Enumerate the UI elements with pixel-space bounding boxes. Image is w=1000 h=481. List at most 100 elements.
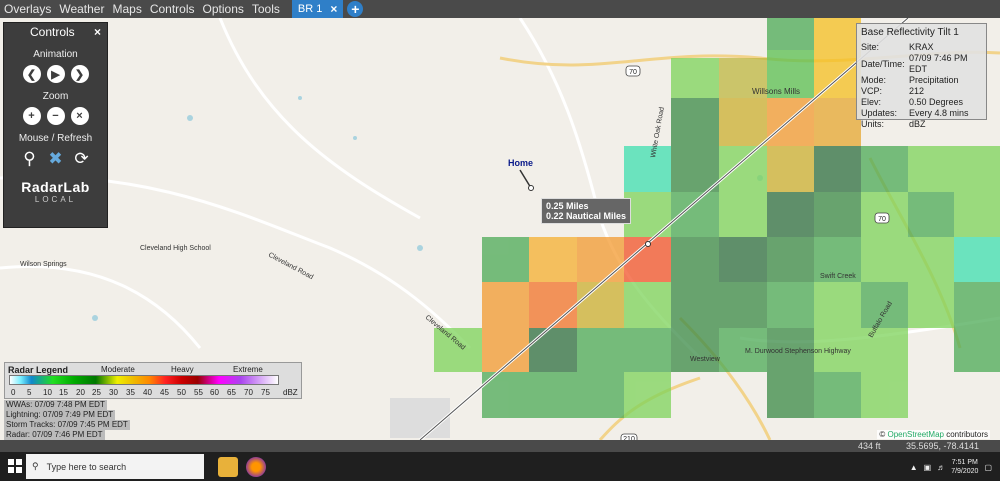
- legend-tick: 20: [76, 388, 85, 397]
- menu-bar: Overlays Weather Maps Controls Options T…: [0, 0, 1000, 18]
- scale-readout: 434 ft: [858, 441, 881, 451]
- info-key: VCP:: [861, 86, 883, 96]
- refresh-icon[interactable]: ⟳: [72, 149, 92, 169]
- water-5: [353, 136, 357, 140]
- step-forward-icon[interactable]: ❯: [70, 65, 89, 83]
- road-70-shield-a: 70: [629, 69, 637, 76]
- label-wilson-springs: Wilson Springs: [20, 261, 67, 268]
- system-tray: ▲ ▣ ♬ 7:51 PM 7/9/2020 ▢: [910, 458, 992, 476]
- info-value: Every 4.8 mins: [909, 108, 969, 118]
- legend-tick: 55: [194, 388, 203, 397]
- legend-tick: 75: [261, 388, 270, 397]
- tab-label: BR 1: [297, 3, 323, 15]
- info-key: Updates:: [861, 108, 898, 118]
- menu-overlays[interactable]: Overlays: [0, 0, 55, 18]
- legend-tick: 65: [227, 388, 236, 397]
- info-key: Mode:: [861, 75, 887, 85]
- firefox-icon[interactable]: [246, 457, 266, 477]
- magnifier-icon[interactable]: ⚲: [20, 149, 40, 169]
- legend-tick: 0: [11, 388, 16, 397]
- legend-tick: 60: [210, 388, 219, 397]
- info-value: dBZ: [909, 119, 926, 129]
- info-table: Site: KRAX Date/Time: 07/09 7:46 PM EDT Mo…: [861, 42, 982, 130]
- developed-area: [390, 398, 450, 438]
- info-value: 0.50 Degrees: [909, 97, 964, 107]
- legend-tick: 70: [244, 388, 253, 397]
- mouse-row: ⚲ ✖ ⟳: [4, 149, 107, 169]
- label-westview: Westview: [690, 356, 721, 363]
- legend-tick: 45: [160, 388, 169, 397]
- info-key: Units:: [861, 119, 885, 129]
- os-taskbar: ⚲ Type here to search ▲ ▣ ♬ 7:51 PM 7/9/…: [0, 452, 1000, 481]
- legend-tick: 35: [126, 388, 135, 397]
- legend-tick: 10: [43, 388, 52, 397]
- label-cleveland-high: Cleveland High School: [140, 245, 211, 252]
- label-cleveland-road-1: Cleveland Road: [267, 252, 314, 282]
- info-value: 07/09 7:46 PM EDT: [909, 53, 968, 74]
- mouse-refresh-label: Mouse / Refresh: [18, 133, 93, 144]
- coordinates-readout: 35.5695, -78.4141: [906, 441, 980, 451]
- step-back-icon[interactable]: ❮: [22, 65, 41, 83]
- animation-label: Animation: [33, 49, 78, 60]
- taskbar-search[interactable]: ⚲ Type here to search: [26, 454, 204, 479]
- tab-br1[interactable]: BR 1 ×: [291, 0, 344, 18]
- water-2: [298, 96, 302, 100]
- controls-panel: Controls × Animation ❮ ▶ ❯ Zoom + − × Mo…: [3, 22, 108, 228]
- measure-tool-icon[interactable]: ✖: [46, 149, 66, 169]
- taskbar-clock[interactable]: 7:51 PM 7/9/2020: [951, 458, 978, 476]
- add-tab-button[interactable]: +: [347, 1, 364, 17]
- info-value: 212: [909, 86, 925, 96]
- road-70-shield-b: 70: [878, 216, 886, 223]
- status-lightning: Lightning: 07/09 7:49 PM EDT: [4, 410, 116, 420]
- controls-close-icon[interactable]: ×: [94, 25, 101, 39]
- status-panel: WWAs: 07/09 7:48 PM EDT Lightning: 07/09…: [4, 400, 130, 440]
- volume-icon[interactable]: ♬: [937, 463, 945, 472]
- legend-tick: 30: [109, 388, 118, 397]
- menu-maps[interactable]: Maps: [108, 0, 145, 18]
- osm-link[interactable]: OpenStreetMap: [887, 430, 943, 439]
- legend-tick: 5: [27, 388, 32, 397]
- info-value: Precipitation: [909, 75, 959, 85]
- clock-date: 7/9/2020: [951, 468, 979, 475]
- search-icon: ⚲: [32, 461, 39, 471]
- play-icon[interactable]: ▶: [46, 65, 65, 83]
- animation-row: ❮ ▶ ❯: [4, 65, 107, 83]
- legend-title: Radar Legend: [8, 365, 69, 375]
- action-center-icon[interactable]: ▢: [984, 463, 992, 472]
- info-key: Date/Time:: [861, 58, 905, 69]
- network-icon[interactable]: ▣: [924, 463, 932, 472]
- zoom-out-icon[interactable]: −: [46, 107, 65, 125]
- menu-options[interactable]: Options: [199, 0, 248, 18]
- tab-close-icon[interactable]: ×: [330, 2, 337, 16]
- water-3: [417, 245, 423, 251]
- legend-extreme: Extreme: [233, 365, 263, 374]
- info-row: Date/Time: 07/09 7:46 PM EDT: [861, 53, 982, 75]
- status-radar: Radar: 07/09 7:46 PM EDT: [4, 430, 105, 440]
- info-value: KRAX: [909, 42, 934, 52]
- legend-tick: 25: [92, 388, 101, 397]
- label-willsons-mills: Willsons Mills: [752, 87, 800, 96]
- info-key: Elev:: [861, 97, 882, 107]
- radarlab-logo-sub: LOCAL: [34, 195, 77, 204]
- radar-legend: Radar Legend Moderate Heavy Extreme 0 5 …: [4, 362, 302, 399]
- menu-tools[interactable]: Tools: [248, 0, 284, 18]
- status-storm-tracks: Storm Tracks: 07/09 7:45 PM EDT: [4, 420, 130, 430]
- menu-weather[interactable]: Weather: [55, 0, 108, 18]
- legend-ticks: 0 5 10 15 20 25 30 35 40 45 50 55 60 65 …: [9, 388, 303, 398]
- zoom-in-icon[interactable]: +: [22, 107, 41, 125]
- info-key: Site:: [861, 42, 880, 52]
- windows-start-icon[interactable]: [8, 459, 22, 473]
- controls-title: Controls: [30, 25, 75, 39]
- menu-controls[interactable]: Controls: [146, 0, 199, 18]
- file-explorer-icon[interactable]: [218, 457, 238, 477]
- home-point: [528, 185, 534, 191]
- notification-area-icons[interactable]: ▲: [910, 463, 918, 472]
- legend-moderate: Moderate: [101, 365, 135, 374]
- info-row: Mode: Precipitation: [861, 75, 982, 86]
- zoom-reset-icon[interactable]: ×: [70, 107, 89, 125]
- legend-heavy: Heavy: [171, 365, 194, 374]
- legend-tick: 40: [143, 388, 152, 397]
- label-m-durwood: M. Durwood Stephenson Highway: [745, 348, 851, 355]
- road-minor-1: [218, 18, 421, 220]
- measure-point: [645, 241, 651, 247]
